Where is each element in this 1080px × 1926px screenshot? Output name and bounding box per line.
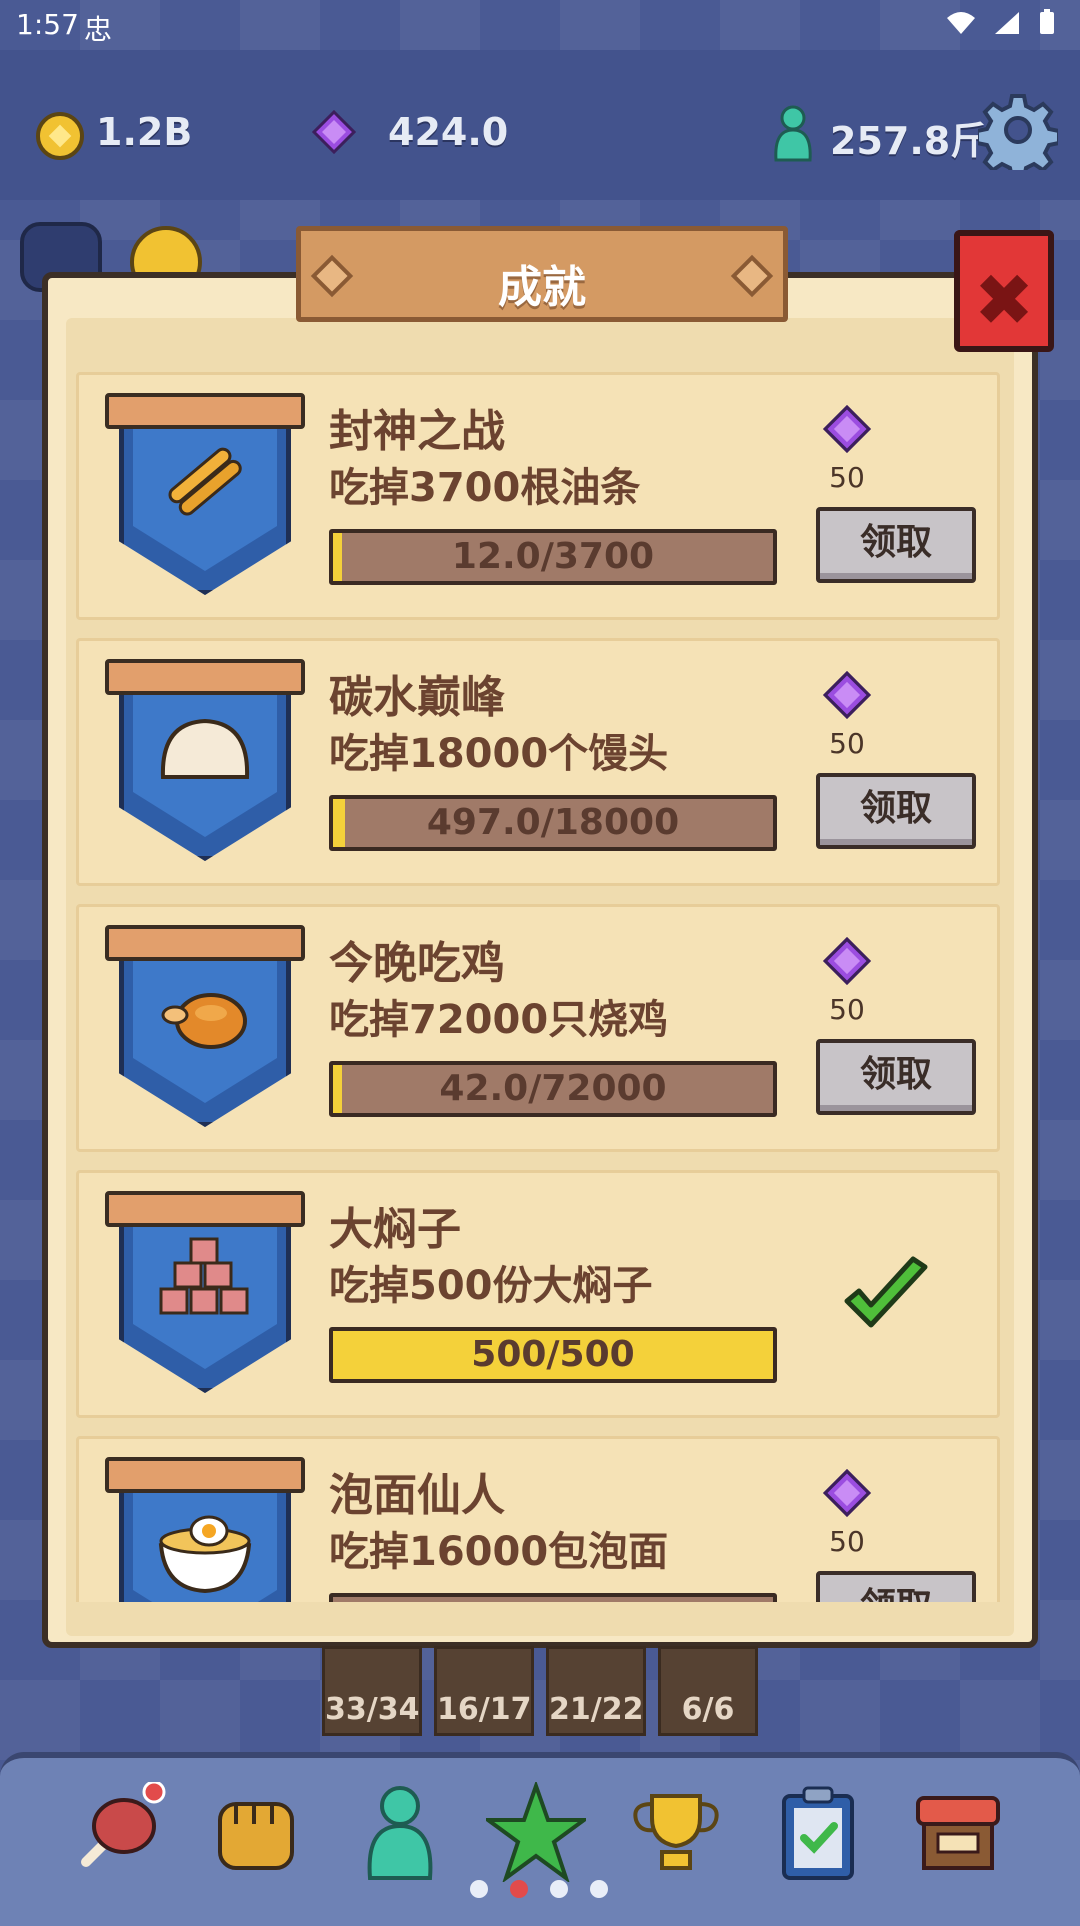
progress-bar: 500/500 — [329, 1327, 777, 1383]
food-slot-count: 33/34 — [325, 1692, 420, 1727]
coin-count: 1.2B — [96, 110, 193, 154]
character-icon[interactable] — [350, 1782, 450, 1882]
menzi-cubes-icon — [159, 1237, 249, 1315]
achievement-desc: 吃掉18000个馒头 — [329, 731, 669, 777]
roast-chicken-icon — [161, 993, 247, 1049]
dialog-title: 成就 — [498, 262, 586, 313]
weight-count: 257.8斤 — [830, 119, 989, 163]
wifi-icon — [947, 12, 976, 34]
progress-bar — [329, 1593, 777, 1602]
achievement-name: 今晚吃鸡 — [329, 938, 505, 989]
close-button[interactable]: ✖ — [954, 230, 1054, 352]
progress-text: 497.0/18000 — [426, 802, 680, 843]
reward-amount: 50 — [829, 1525, 865, 1558]
dialog-title-plate: 成就 — [296, 226, 788, 322]
achievement-desc: 吃掉72000只烧鸡 — [329, 997, 669, 1043]
youtiao-icon — [168, 447, 242, 516]
progress-text: 500/500 — [471, 1334, 635, 1375]
trophy-icon[interactable] — [626, 1782, 726, 1882]
meat-icon[interactable] — [66, 1782, 166, 1882]
reward: 50 — [799, 404, 895, 494]
gold-coin-icon — [36, 112, 84, 160]
achievement-card: 封神之战 吃掉3700根油条 12.0/3700 50 领取 — [76, 372, 1000, 620]
status-bar: 1:57 忠 — [0, 0, 1080, 50]
claim-button[interactable]: 领取 — [816, 1039, 976, 1115]
progress-text: 42.0/72000 — [439, 1068, 667, 1109]
status-time: 1:57 — [16, 8, 79, 41]
reward-amount: 50 — [829, 993, 865, 1026]
achievement-card: 碳水巅峰 吃掉18000个馒头 497.0/18000 50 领取 — [76, 638, 1000, 886]
progress-bar: 497.0/18000 — [329, 795, 777, 851]
achievement-banner — [105, 1191, 305, 1393]
signal-icon — [995, 12, 1020, 34]
achievement-list[interactable]: 封神之战 吃掉3700根油条 12.0/3700 50 领取 碳水巅峰 吃掉18… — [76, 372, 1006, 1602]
status-icons — [946, 8, 1056, 43]
reward: 50 — [799, 670, 895, 760]
purple-gem-icon — [822, 404, 872, 454]
achievement-name: 碳水巅峰 — [329, 672, 505, 723]
achievement-desc: 吃掉16000包泡面 — [329, 1529, 669, 1575]
purple-gem-icon — [312, 110, 356, 154]
claim-button[interactable]: 领取 — [816, 1571, 976, 1602]
achievement-desc: 吃掉3700根油条 — [329, 465, 641, 511]
food-slot[interactable]: 6/6 — [658, 1646, 758, 1736]
food-collection-dock: 33/34 16/17 21/22 6/6 — [322, 1646, 762, 1738]
checkmark-icon — [844, 1256, 928, 1328]
status-bug-glyph: 忠 — [84, 13, 113, 46]
reward-amount: 50 — [829, 461, 865, 494]
food-slot-count: 21/22 — [549, 1692, 644, 1727]
progress-bar: 12.0/3700 — [329, 529, 777, 585]
page-dot[interactable] — [550, 1880, 568, 1898]
mantou-icon — [160, 718, 250, 779]
food-slot-count: 16/17 — [437, 1692, 532, 1727]
purple-gem-icon — [822, 1468, 872, 1518]
food-slot[interactable]: 33/34 — [322, 1646, 422, 1736]
achievement-banner — [105, 659, 305, 861]
claim-button[interactable]: 领取 — [816, 507, 976, 583]
achievement-name: 泡面仙人 — [329, 1470, 505, 1521]
achievement-banner — [105, 1457, 305, 1602]
gem-count: 424.0 — [388, 110, 509, 154]
purple-gem-icon — [822, 936, 872, 986]
achievement-name: 封神之战 — [329, 406, 505, 457]
gear-icon[interactable] — [978, 90, 1058, 170]
fist-icon[interactable] — [206, 1782, 306, 1882]
food-slot[interactable]: 16/17 — [434, 1646, 534, 1736]
instant-noodle-icon — [158, 1515, 252, 1594]
page-indicator — [468, 1880, 618, 1900]
achievement-card: 泡面仙人 吃掉16000包泡面 50 领取 — [76, 1436, 1000, 1602]
achievement-card: 今晚吃鸡 吃掉72000只烧鸡 42.0/72000 50 领取 — [76, 904, 1000, 1152]
page-dot[interactable] — [590, 1880, 608, 1898]
food-slot[interactable]: 21/22 — [546, 1646, 646, 1736]
shop-icon[interactable] — [908, 1782, 1008, 1882]
clipboard-check-icon[interactable] — [768, 1782, 868, 1882]
purple-gem-icon — [822, 670, 872, 720]
achievement-name: 大焖子 — [329, 1204, 461, 1255]
achievement-desc: 吃掉500份大焖子 — [329, 1263, 653, 1309]
reward: 50 — [799, 1468, 895, 1558]
progress-text — [333, 1597, 773, 1602]
achievement-banner — [105, 925, 305, 1127]
reward: 50 — [799, 936, 895, 1026]
close-icon: ✖ — [973, 258, 1035, 342]
reward-amount: 50 — [829, 727, 865, 760]
achievement-card: 大焖子 吃掉500份大焖子 500/500 — [76, 1170, 1000, 1418]
claim-button[interactable]: 领取 — [816, 773, 976, 849]
progress-text: 12.0/3700 — [451, 536, 655, 577]
body-weight-icon — [774, 105, 812, 162]
star-icon[interactable] — [486, 1782, 586, 1882]
battery-icon — [1040, 9, 1054, 34]
page-dot[interactable] — [470, 1880, 488, 1898]
food-slot-count: 6/6 — [681, 1692, 735, 1727]
achievement-banner — [105, 393, 305, 595]
progress-bar: 42.0/72000 — [329, 1061, 777, 1117]
page-dot-active[interactable] — [510, 1880, 528, 1898]
